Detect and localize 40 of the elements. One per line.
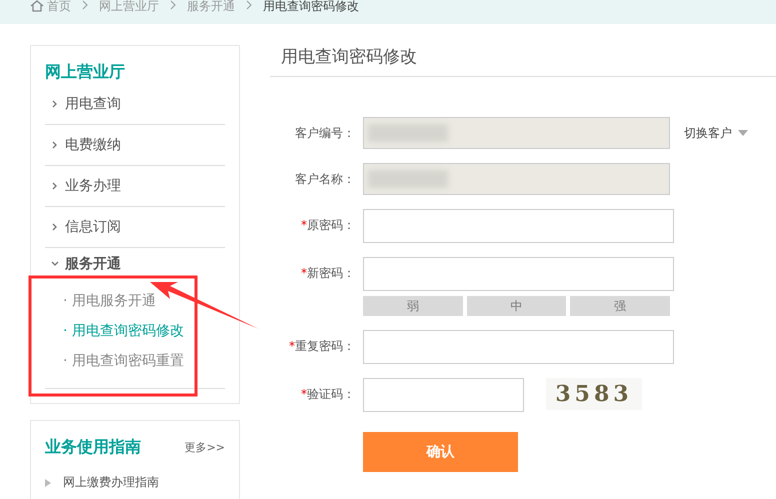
sidebar-item[interactable]: 用电查询 xyxy=(45,84,225,125)
guide-link[interactable]: 网上缴费办理指南 xyxy=(63,474,159,491)
field-label: 客户编号： xyxy=(294,125,355,142)
home-icon xyxy=(30,0,44,12)
field-label: 客户名称： xyxy=(294,171,355,188)
more-link[interactable]: 更多>> xyxy=(184,440,225,455)
chevron-icon xyxy=(51,100,59,108)
chevron-icon xyxy=(169,0,177,10)
triangle-icon xyxy=(45,478,51,486)
switch-customer-dropdown[interactable]: 切换客户 xyxy=(684,117,748,149)
field-label: *验证码： xyxy=(300,386,355,403)
breadcrumb-link[interactable]: 用电查询密码修改 xyxy=(263,0,359,12)
password-field[interactable] xyxy=(363,209,674,243)
submenu-item[interactable]: · 用电服务开通 xyxy=(63,286,225,316)
captcha-field[interactable] xyxy=(363,378,524,412)
sidebar-item[interactable]: 业务办理 xyxy=(45,166,225,207)
field-label: *新密码： xyxy=(300,265,355,282)
sidebar-title: 网上营业厅 xyxy=(45,61,126,83)
field-label: *原密码： xyxy=(300,217,355,234)
submenu-item[interactable]: · 用电查询密码修改 xyxy=(63,316,225,346)
sidebar-item[interactable]: 信息订阅 xyxy=(45,207,225,248)
chevron-icon xyxy=(51,223,59,231)
sidebar-item[interactable]: 服务开通 xyxy=(45,248,225,280)
password-field[interactable] xyxy=(363,330,674,364)
dropdown-arrow-icon xyxy=(738,130,748,136)
strength-segment: 弱 xyxy=(363,296,463,316)
chevron-icon xyxy=(81,0,89,10)
guide-title: 业务使用指南 xyxy=(45,437,141,458)
chevron-icon xyxy=(245,0,253,10)
field-label: *重复密码： xyxy=(288,338,355,355)
chevron-icon xyxy=(51,141,59,149)
page-title: 用电查询密码修改 xyxy=(270,45,776,77)
strength-segment: 中 xyxy=(466,296,566,316)
sidebar-item[interactable]: 电费缴纳 xyxy=(45,125,225,166)
password-field[interactable] xyxy=(363,257,674,291)
strength-segment: 强 xyxy=(570,296,670,316)
chevron-icon xyxy=(51,182,59,190)
submenu-item[interactable]: · 用电查询密码重置 xyxy=(63,346,225,376)
chevron-icon xyxy=(51,260,59,268)
captcha-image[interactable]: 3583 xyxy=(546,378,642,410)
